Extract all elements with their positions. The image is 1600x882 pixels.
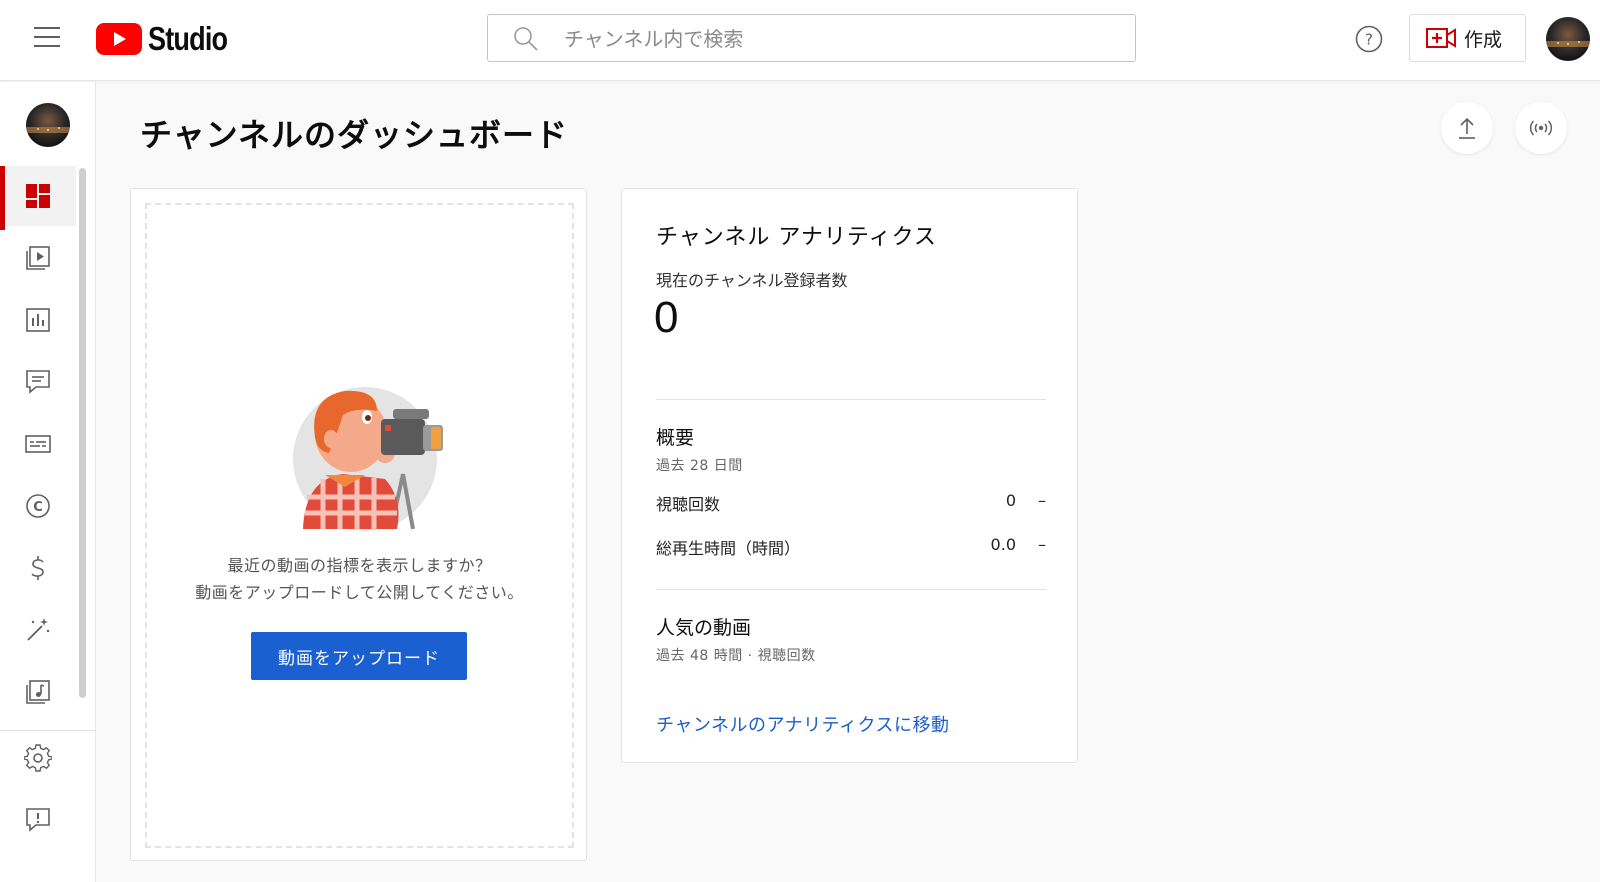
subscribers-count: 0: [654, 293, 679, 342]
metric-label: 総再生時間（時間）: [656, 539, 801, 558]
sidebar-item-analytics[interactable]: [0, 290, 76, 350]
help-icon[interactable]: ?: [1354, 24, 1384, 54]
metric-value: 0: [1005, 491, 1016, 510]
analytics-icon: [26, 308, 50, 332]
metric-trend: –: [1038, 535, 1046, 554]
create-button-label: 作成: [1464, 28, 1503, 51]
sidebar-item-audio-library[interactable]: [0, 662, 76, 722]
customization-icon: [27, 618, 50, 641]
popular-videos-period: 過去 48 時間 · 視聴回数: [656, 648, 816, 664]
sidebar-item-subtitles[interactable]: [0, 414, 76, 474]
analytics-card-title: チャンネル アナリティクス: [656, 225, 937, 250]
camera-person-illustration: [293, 387, 443, 531]
studio-logo[interactable]: Studio: [96, 20, 245, 58]
feedback-icon: [26, 808, 50, 832]
upload-prompt-line1: 最近の動画の指標を表示しますか？: [227, 556, 492, 575]
account-avatar[interactable]: [1546, 17, 1590, 61]
metric-row-watch-time: 総再生時間（時間） 0.0 –: [656, 535, 1046, 559]
settings-icon: [24, 744, 52, 772]
logo-text: Studio: [148, 20, 228, 57]
metric-label: 視聴回数: [656, 495, 721, 514]
summary-title: 概要: [656, 427, 695, 449]
search-input[interactable]: [564, 24, 1104, 54]
svg-text:C: C: [33, 500, 43, 515]
sidebar-item-copyright[interactable]: C: [0, 476, 76, 536]
search-icon: [514, 27, 538, 51]
channel-analytics-card: チャンネル アナリティクス 現在のチャンネル登録者数 0 概要 過去 28 日間…: [621, 188, 1078, 763]
svg-text:?: ?: [1365, 31, 1373, 49]
avatar-image: [26, 103, 70, 147]
page-title: チャンネルのダッシュボード: [140, 116, 569, 154]
summary-period: 過去 28 日間: [656, 458, 743, 474]
sidebar-item-dashboard[interactable]: [0, 166, 76, 230]
dashboard-icon: [26, 184, 50, 208]
go-to-analytics-link[interactable]: チャンネルのアナリティクスに移動: [656, 711, 949, 737]
metric-value: 0.0: [990, 535, 1016, 554]
youtube-logo-icon: [96, 23, 142, 55]
sidebar-item-content[interactable]: [0, 228, 76, 288]
copyright-icon: C: [26, 494, 50, 518]
sidebar-item-comments[interactable]: [0, 352, 76, 412]
avatar-image: [1546, 17, 1590, 61]
search-box[interactable]: [487, 14, 1136, 62]
subscribers-label: 現在のチャンネル登録者数: [656, 271, 848, 290]
sidebar-item-monetization[interactable]: [0, 538, 76, 598]
section-divider: [656, 589, 1046, 590]
metric-trend: –: [1038, 491, 1046, 510]
upload-icon: [1459, 117, 1475, 139]
metric-row-views: 視聴回数 0 –: [656, 491, 1046, 515]
sidebar-scrollbar[interactable]: [79, 168, 86, 698]
popular-videos-title: 人気の動画: [656, 617, 752, 639]
section-divider: [656, 399, 1046, 400]
upload-video-button[interactable]: 動画をアップロード: [251, 632, 467, 680]
subtitles-icon: [25, 435, 51, 453]
create-button[interactable]: 作成: [1409, 14, 1526, 62]
content-icon: [26, 246, 50, 270]
live-broadcast-icon: [1529, 120, 1553, 136]
upload-video-card: 最近の動画の指標を表示しますか？ 動画をアップロードして公開してください。 動画…: [130, 188, 587, 861]
sidebar-item-feedback[interactable]: [0, 790, 76, 850]
menu-icon[interactable]: [34, 27, 60, 49]
sidebar-item-customization[interactable]: [0, 600, 76, 660]
sidebar: C: [0, 82, 96, 882]
comments-icon: [26, 370, 50, 394]
top-bar: Studio ? 作成: [0, 0, 1600, 81]
create-video-icon: [1426, 28, 1456, 48]
monetization-icon: [31, 556, 44, 580]
go-live-round-button[interactable]: [1515, 102, 1567, 154]
audio-library-icon: [26, 680, 50, 704]
channel-avatar[interactable]: [26, 103, 70, 147]
upload-prompt-line2: 動画をアップロードして公開してください。: [195, 583, 524, 602]
upload-round-button[interactable]: [1441, 102, 1493, 154]
sidebar-item-settings[interactable]: [0, 728, 76, 788]
